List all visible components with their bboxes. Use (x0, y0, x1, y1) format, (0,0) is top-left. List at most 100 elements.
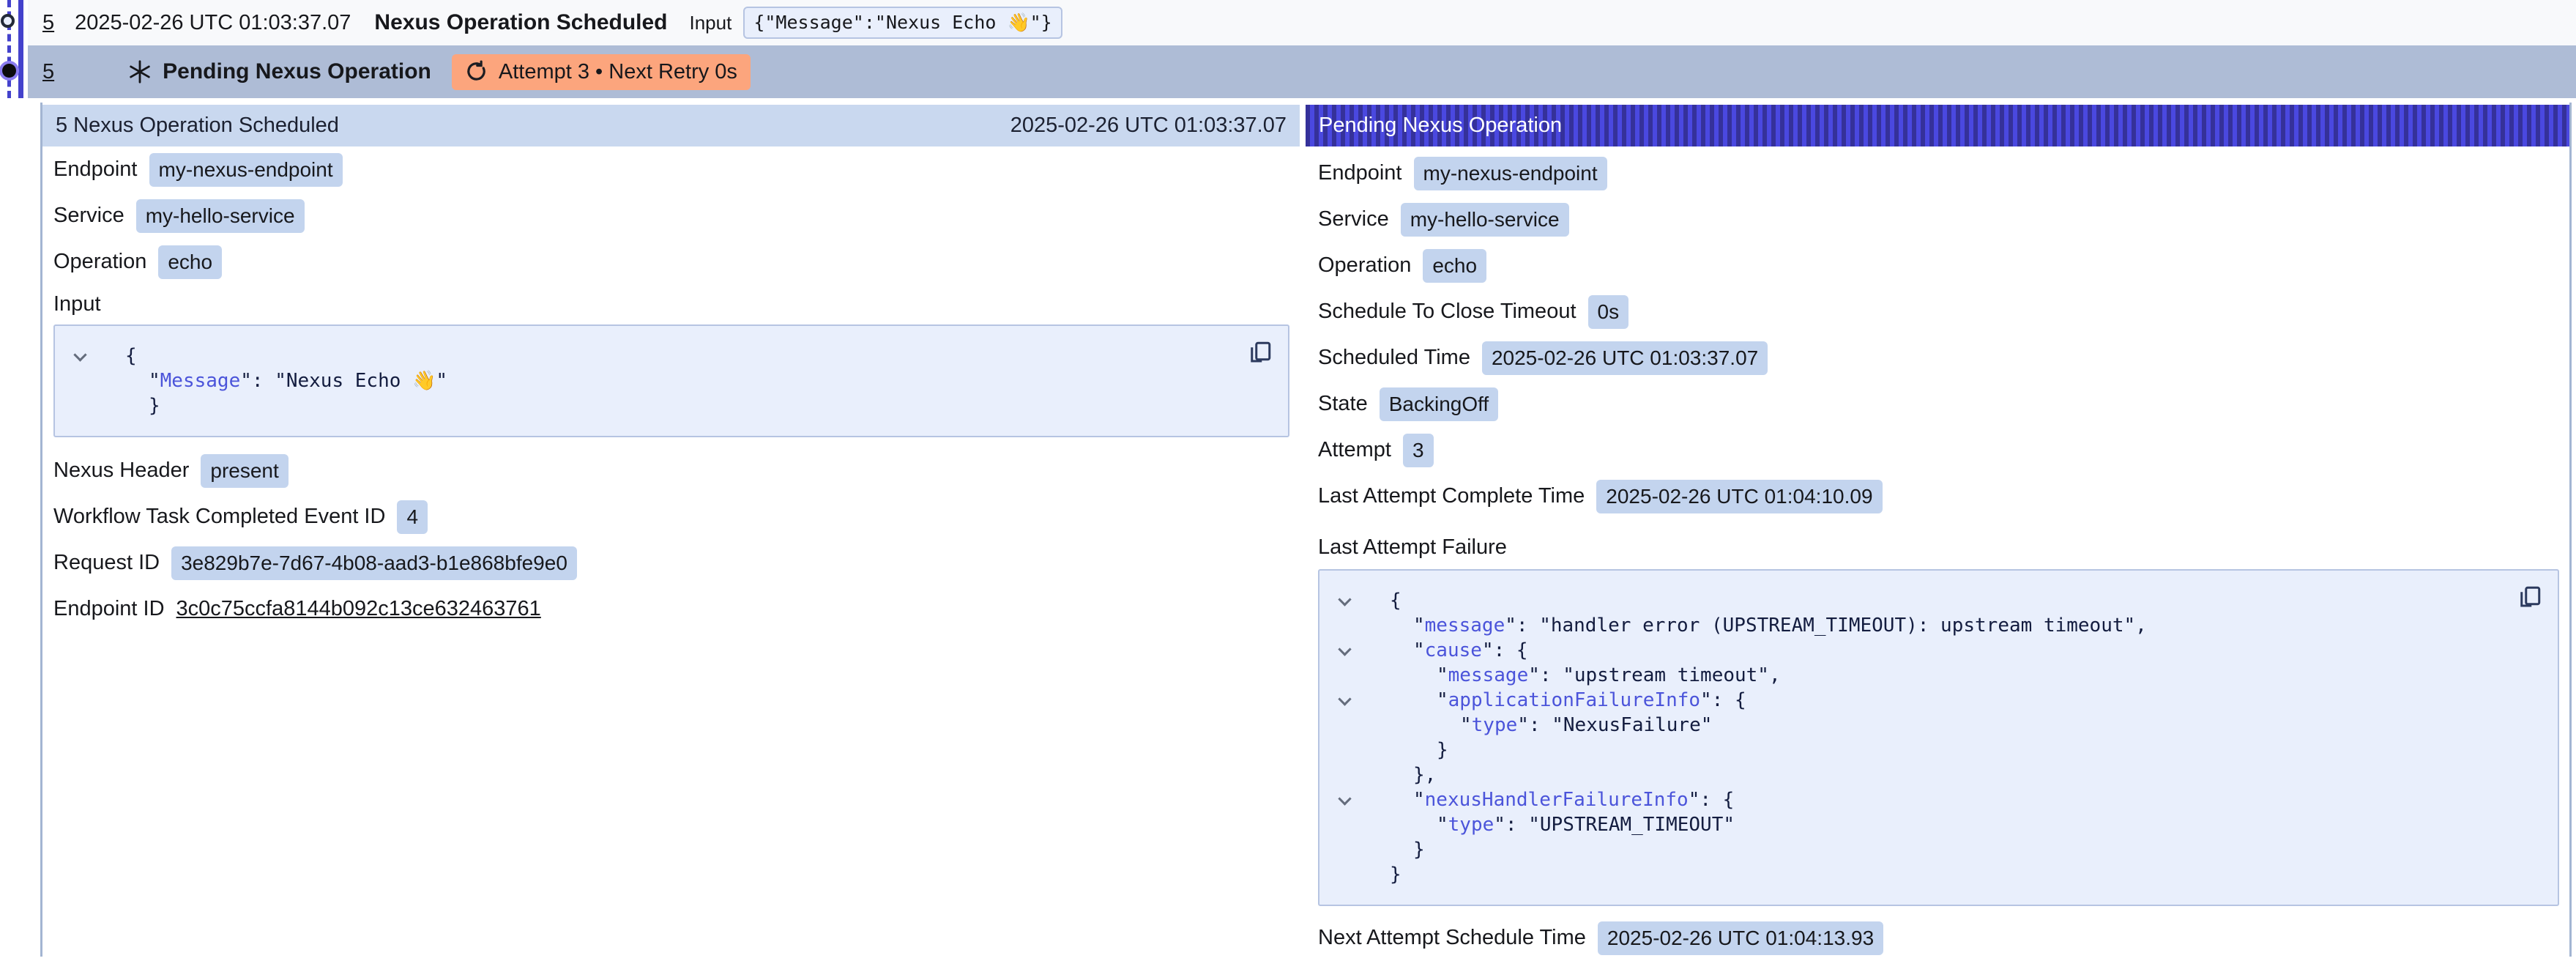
json-key: applicationFailureInfo (1448, 689, 1700, 711)
field-value-chip: BackingOff (1380, 387, 1498, 421)
pending-operation-header: Pending Nexus Operation (1306, 105, 2569, 146)
event-detail-header: 5 Nexus Operation Scheduled 2025-02-26 U… (42, 105, 1300, 146)
json-text: " (1413, 789, 1425, 811)
field-label: Endpoint (1318, 161, 1402, 185)
pending-operation-row[interactable]: 5 Pending Nexus Operation Attempt 3 • Ne… (28, 45, 2576, 98)
field-label: Operation (53, 250, 146, 274)
field-row: Schedule To Close Timeout 0s (1318, 289, 2559, 335)
event-id-link[interactable]: 5 (42, 11, 54, 35)
code-line: } (1319, 738, 2506, 763)
json-text: " (1437, 689, 1448, 711)
field-value-chip: 2025-02-26 UTC 01:04:10.09 (1596, 480, 1882, 513)
json-key: cause (1425, 639, 1482, 661)
event-detail-panel: 5 Nexus Operation Scheduled 2025-02-26 U… (42, 105, 1300, 632)
code-line: "message": "upstream timeout", (1319, 663, 2506, 688)
collapse-chevron-icon[interactable] (1338, 692, 1351, 705)
collapse-chevron-icon[interactable] (1338, 792, 1351, 805)
event-timestamp: 2025-02-26 UTC 01:03:37.07 (75, 11, 351, 35)
json-text: ": { (1700, 689, 1746, 711)
field-value-chip: my-nexus-endpoint (1414, 157, 1607, 190)
code-line: { (55, 344, 1237, 368)
field-label: Attempt (1318, 438, 1391, 462)
event-history-expanded-view: 5 2025-02-26 UTC 01:03:37.07 Nexus Opera… (0, 0, 2576, 957)
field-label: State (1318, 392, 1368, 416)
event-summary-row[interactable]: 5 2025-02-26 UTC 01:03:37.07 Nexus Opera… (28, 0, 2576, 45)
collapse-chevron-icon[interactable] (1338, 642, 1351, 656)
json-text: ": "UPSTREAM_TIMEOUT" (1494, 814, 1735, 836)
json-text: ": { (1689, 789, 1735, 811)
field-row: Servicemy-hello-service (1318, 196, 2559, 242)
code-line: } (1319, 837, 2506, 862)
field-value-chip: 4 (397, 500, 428, 534)
json-text: { (1390, 590, 1401, 612)
field-value-chip: echo (1423, 249, 1486, 283)
field-label: Workflow Task Completed Event ID (53, 505, 385, 529)
field-row: Scheduled Time2025-02-26 UTC 01:03:37.07 (1318, 335, 2559, 381)
pending-id-link[interactable]: 5 (42, 60, 54, 84)
pending-asterisk-icon (127, 59, 152, 84)
field-row: Workflow Task Completed Event ID 4 (53, 494, 1289, 540)
field-row: Endpointmy-nexus-endpoint (53, 146, 1289, 193)
field-label: Endpoint (53, 157, 138, 182)
field-label: Request ID (53, 551, 160, 575)
field-value-chip: 0s (1588, 295, 1629, 329)
field-row: Last Attempt Complete Time 2025-02-26 UTC… (1318, 473, 2559, 519)
json-key: message (1425, 615, 1505, 637)
field-value-chip: my-hello-service (136, 199, 305, 233)
field-row: Next Attempt Schedule Time2025-02-26 UTC… (1318, 915, 2559, 961)
failure-block-label: Last Attempt Failure (1318, 528, 2559, 566)
json-text: { (125, 345, 137, 367)
json-text: " (1437, 664, 1448, 686)
field-label: Last Attempt Complete Time (1318, 484, 1585, 508)
json-key: message (1448, 664, 1529, 686)
json-key: type (1448, 814, 1494, 836)
json-text: }, (1413, 764, 1436, 786)
collapse-chevron-icon[interactable] (73, 348, 86, 361)
copy-button[interactable] (1244, 336, 1276, 371)
field-value-chip: present (201, 454, 288, 488)
collapse-chevron-icon[interactable] (1338, 593, 1351, 606)
retry-badge-label: Attempt 3 • Next Retry 0s (499, 60, 737, 84)
pending-operation-header-title: Pending Nexus Operation (1319, 114, 1562, 138)
code-line: "Message": "Nexus Echo 👋" (55, 368, 1237, 393)
field-label: Nexus Header (53, 459, 189, 483)
code-line: }, (1319, 763, 2506, 787)
field-value-chip: 3 (1403, 434, 1434, 467)
field-label: Schedule To Close Timeout (1318, 300, 1577, 324)
field-row: Operation echo (1318, 242, 2559, 289)
retry-icon (465, 60, 488, 84)
json-text: " (1413, 615, 1425, 637)
field-row: Attempt 3 (1318, 427, 2559, 473)
code-line: "message": "handler error (UPSTREAM_TIME… (1319, 613, 2506, 638)
retry-attempt-badge: Attempt 3 • Next Retry 0s (452, 54, 751, 90)
failure-code-block: {"message": "handler error (UPSTREAM_TIM… (1318, 569, 2559, 906)
field-row: Operation echo (53, 239, 1289, 285)
field-label: Operation (1318, 253, 1411, 278)
field-value-link[interactable]: 3c0c75ccfa8144b092c13ce632463761 (176, 597, 541, 621)
json-text: } (1413, 839, 1425, 861)
json-text: ": "upstream timeout", (1528, 664, 1780, 686)
json-text: " (1460, 714, 1472, 736)
code-line: { (1319, 588, 2506, 613)
json-text: ": "NexusFailure" (1517, 714, 1712, 736)
field-value-chip: my-hello-service (1401, 203, 1569, 237)
pending-title: Pending Nexus Operation (163, 59, 431, 84)
pending-operation-panel: Pending Nexus Operation Endpoint my-nexus… (1306, 105, 2569, 961)
field-row: Servicemy-hello-service (53, 193, 1289, 239)
json-text: " (1437, 814, 1448, 836)
copy-button[interactable] (2514, 581, 2546, 615)
code-line: "applicationFailureInfo": { (1319, 688, 2506, 713)
json-text: } (1390, 864, 1401, 886)
field-value-chip: echo (158, 245, 222, 279)
code-line: "nexusHandlerFailureInfo": { (1319, 787, 2506, 812)
json-key: type (1472, 714, 1518, 736)
event-open-circle-icon (1, 14, 15, 28)
pending-filled-circle-icon (2, 64, 16, 78)
copy-icon (1247, 339, 1273, 366)
field-row: Endpoint ID3c0c75ccfa8144b092c13ce632463… (53, 586, 1289, 632)
json-key: nexusHandlerFailureInfo (1425, 789, 1689, 811)
event-input-label: Input (690, 12, 732, 34)
code-line: } (55, 393, 1237, 418)
field-value-chip: 3e829b7e-7d67-4b08-aad3-b1e868bfe9e0 (171, 546, 577, 580)
code-line: "cause": { (1319, 638, 2506, 663)
